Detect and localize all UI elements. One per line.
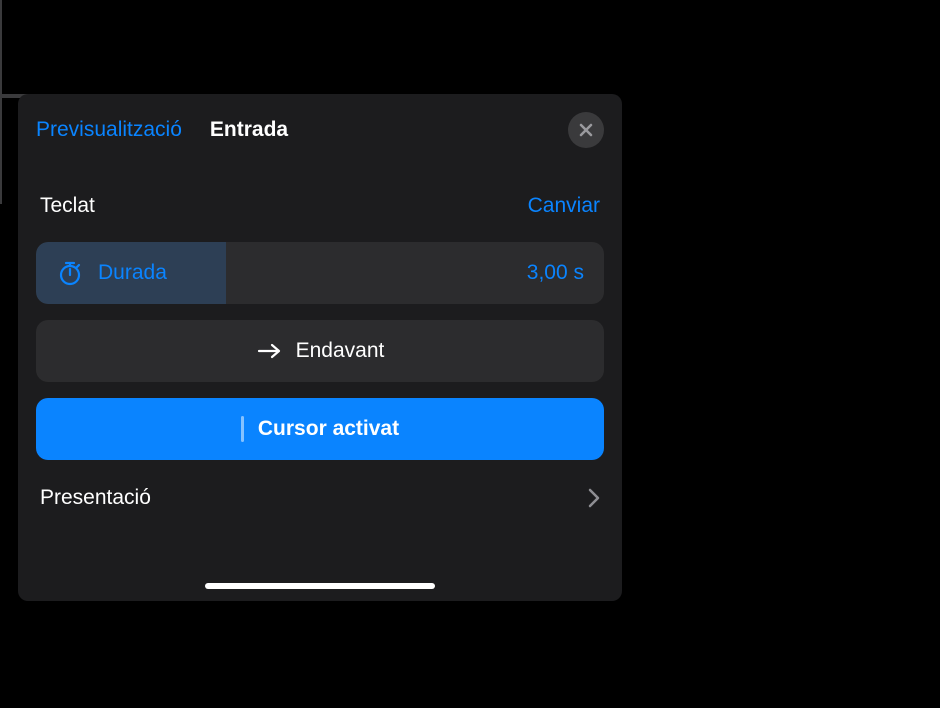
duration-row[interactable]: Durada 3,00 s — [36, 242, 604, 304]
direction-label: Endavant — [296, 339, 385, 363]
chevron-right-icon — [588, 488, 600, 508]
cursor-indicator-icon — [241, 416, 244, 442]
cursor-label: Cursor activat — [258, 417, 399, 441]
home-indicator — [205, 583, 435, 589]
cursor-activated-button[interactable]: Cursor activat — [36, 398, 604, 460]
close-icon — [578, 122, 594, 138]
callout-line-top — [0, 0, 2, 94]
duration-value: 3,00 s — [527, 261, 584, 285]
header-left: Previsualització Entrada — [36, 118, 288, 142]
effect-section-row: Teclat Canviar — [36, 194, 604, 218]
close-button[interactable] — [568, 112, 604, 148]
arrow-right-icon — [256, 341, 284, 361]
preview-button[interactable]: Previsualització — [36, 118, 182, 142]
duration-left: Durada — [56, 259, 167, 287]
stopwatch-icon — [56, 259, 84, 287]
callout-line-bottom — [0, 98, 2, 204]
direction-row[interactable]: Endavant — [36, 320, 604, 382]
panel-title: Entrada — [210, 118, 288, 142]
effect-name-label: Teclat — [40, 194, 95, 218]
settings-rows: Durada 3,00 s Endavant Cursor activat — [36, 242, 604, 460]
animation-panel: Previsualització Entrada Teclat Canviar — [18, 94, 622, 601]
change-effect-button[interactable]: Canviar — [528, 194, 600, 218]
panel-header: Previsualització Entrada — [36, 108, 604, 152]
presentation-row[interactable]: Presentació — [36, 486, 604, 510]
presentation-label: Presentació — [40, 486, 151, 510]
duration-label: Durada — [98, 261, 167, 285]
cursor-inner: Cursor activat — [241, 416, 399, 442]
